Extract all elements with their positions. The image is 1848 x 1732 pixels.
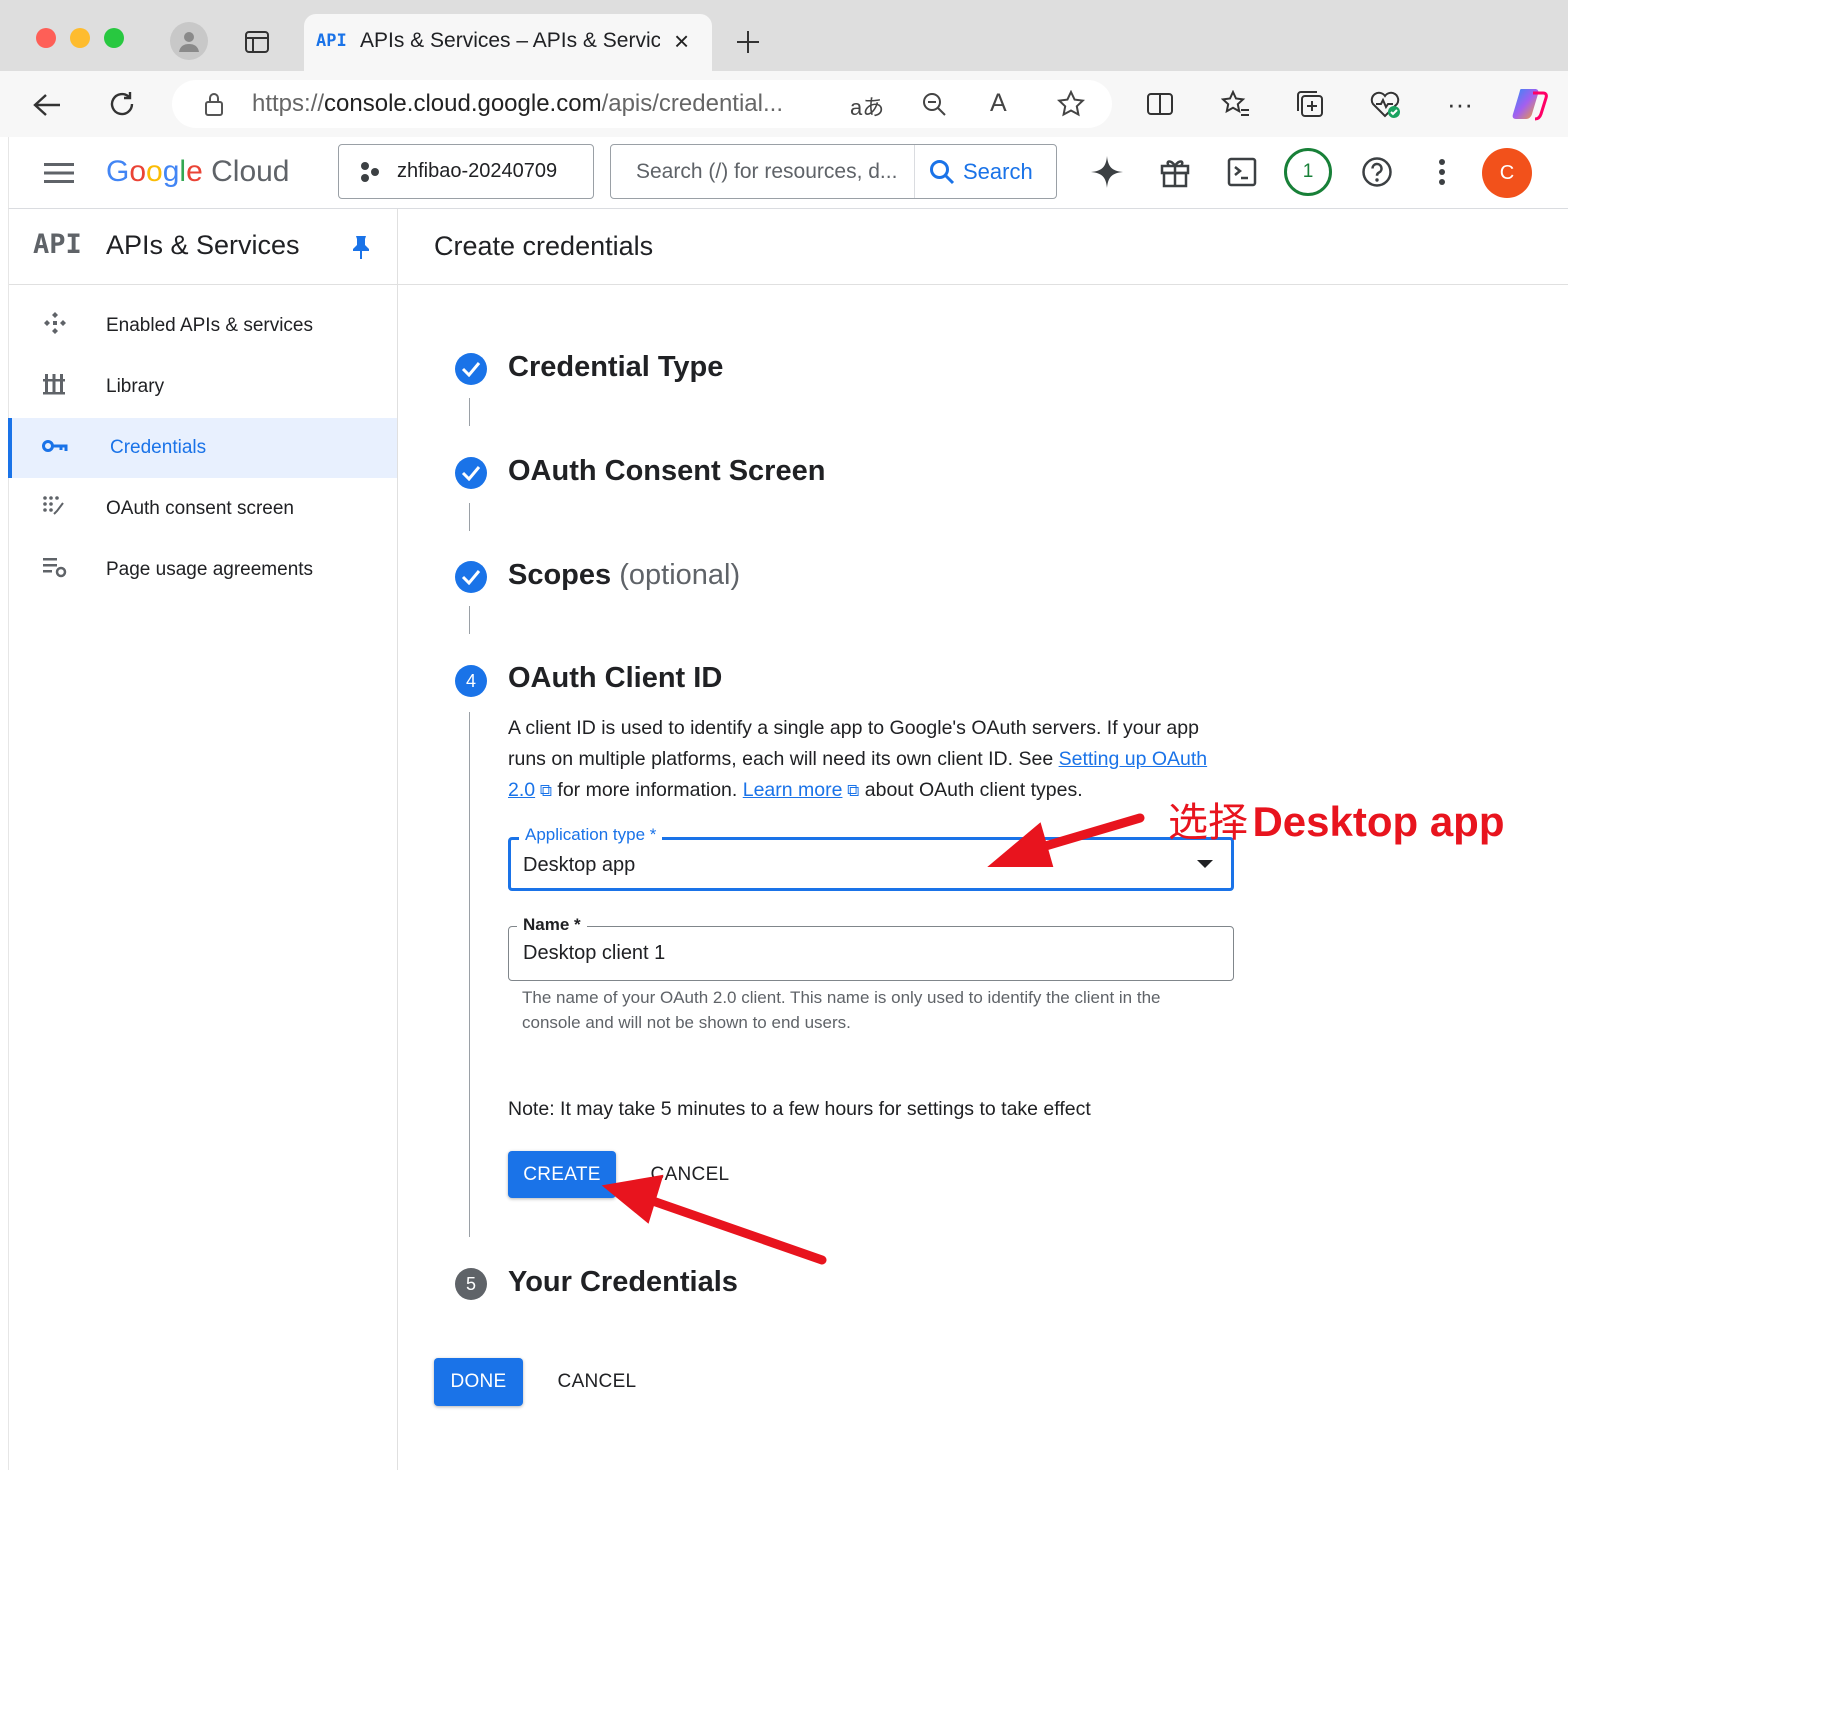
more-options-icon[interactable] bbox=[1427, 154, 1457, 190]
translate-icon[interactable]: aあ bbox=[850, 90, 884, 122]
sidebar-item-label: Credentials bbox=[110, 437, 207, 458]
account-avatar[interactable]: C bbox=[1482, 148, 1532, 198]
favorite-star-icon[interactable] bbox=[1056, 89, 1086, 119]
project-name: zhfibao-20240709 bbox=[397, 160, 558, 182]
cancel-all-button[interactable]: CANCEL bbox=[548, 1358, 646, 1406]
sidebar-header: API APIs & Services bbox=[9, 209, 398, 285]
address-bar[interactable]: https://console.cloud.google.com/apis/cr… bbox=[172, 80, 1112, 128]
create-button[interactable]: CREATE bbox=[508, 1151, 616, 1198]
search-divider bbox=[914, 145, 915, 198]
search-box[interactable]: Search (/) for resources, d... Search bbox=[610, 144, 1057, 199]
back-icon[interactable] bbox=[30, 88, 64, 122]
cancel-button[interactable]: CANCEL bbox=[640, 1151, 740, 1198]
step-connector bbox=[469, 712, 470, 1237]
close-window-button[interactable] bbox=[36, 28, 56, 48]
sidebar-item-page-usage[interactable]: Page usage agreements bbox=[8, 540, 397, 600]
name-field-help: The name of your OAuth 2.0 client. This … bbox=[522, 988, 1161, 1032]
api-badge-icon: API bbox=[33, 229, 82, 260]
step-title-scopes: Scopes (optional) bbox=[508, 559, 741, 591]
step-connector bbox=[469, 503, 470, 531]
browser-essentials-icon[interactable] bbox=[1368, 88, 1402, 120]
sidebar-item-credentials[interactable]: Credentials bbox=[8, 418, 397, 478]
step-complete-check-icon bbox=[455, 353, 487, 385]
url-text: https://console.cloud.google.com/apis/cr… bbox=[252, 90, 783, 117]
step-complete-check-icon bbox=[455, 561, 487, 593]
external-link-icon: ⧉ bbox=[535, 781, 552, 800]
cloud-shell-icon[interactable] bbox=[1224, 154, 1260, 190]
settings-note: Note: It may take 5 minutes to a few hou… bbox=[508, 1098, 1091, 1120]
zoom-out-icon[interactable] bbox=[920, 90, 948, 118]
google-cloud-logo[interactable]: Google Cloud bbox=[106, 155, 290, 189]
split-screen-icon[interactable] bbox=[1144, 88, 1176, 120]
profile-icon[interactable] bbox=[170, 22, 208, 60]
dropdown-arrow-icon bbox=[1197, 860, 1213, 868]
tab-actions-icon[interactable] bbox=[243, 28, 271, 56]
collections-icon[interactable] bbox=[1294, 88, 1326, 120]
gemini-sparkle-icon[interactable] bbox=[1089, 154, 1125, 190]
settings-list-icon bbox=[8, 556, 106, 584]
read-aloud-icon[interactable]: A bbox=[990, 89, 1007, 118]
tab-favicon: API bbox=[316, 31, 347, 51]
step-title-credential-type: Credential Type bbox=[508, 351, 724, 383]
step-connector bbox=[469, 398, 470, 426]
sidebar-item-label: OAuth consent screen bbox=[106, 498, 294, 519]
favorites-icon[interactable] bbox=[1220, 88, 1252, 120]
done-button[interactable]: DONE bbox=[434, 1358, 523, 1406]
sidebar-item-enabled-apis[interactable]: Enabled APIs & services bbox=[8, 296, 397, 356]
gift-icon[interactable] bbox=[1157, 154, 1193, 190]
application-type-label: Application type * bbox=[519, 825, 663, 845]
more-menu-icon[interactable]: ··· bbox=[1444, 88, 1476, 120]
page-header: Create credentials bbox=[398, 209, 1568, 285]
sidebar-item-label: Enabled APIs & services bbox=[106, 315, 313, 336]
sidebar-item-oauth-consent[interactable]: OAuth consent screen bbox=[8, 479, 397, 539]
name-field[interactable]: Name * Desktop client 1 bbox=[508, 915, 1234, 981]
client-id-description: A client ID is used to identify a single… bbox=[508, 717, 1208, 801]
tab-title: APIs & Services – APIs & Servic bbox=[360, 29, 660, 52]
page-title: Create credentials bbox=[434, 231, 654, 261]
close-tab-icon[interactable]: × bbox=[674, 26, 689, 57]
copilot-icon[interactable] bbox=[1510, 84, 1550, 124]
external-link-icon: ⧉ bbox=[842, 781, 860, 800]
application-type-select[interactable]: Application type * Desktop app bbox=[508, 825, 1234, 891]
enabled-apis-icon bbox=[8, 310, 106, 342]
sidebar-item-label: Library bbox=[106, 376, 165, 397]
project-picker[interactable]: zhfibao-20240709 bbox=[338, 144, 594, 199]
new-tab-icon[interactable] bbox=[732, 26, 764, 58]
zoom-window-button[interactable] bbox=[104, 28, 124, 48]
search-input[interactable]: Search (/) for resources, d... bbox=[636, 160, 916, 184]
learn-more-link[interactable]: Learn more bbox=[743, 779, 843, 801]
name-field-value: Desktop client 1 bbox=[523, 942, 666, 964]
sidebar-item-library[interactable]: Library bbox=[8, 357, 397, 417]
step-title-your-credentials: Your Credentials bbox=[508, 1266, 738, 1298]
annotation-label: 选择 Desktop app bbox=[1168, 798, 1505, 845]
help-icon[interactable] bbox=[1359, 154, 1395, 190]
project-icon bbox=[357, 159, 383, 185]
minimize-window-button[interactable] bbox=[70, 28, 90, 48]
consent-screen-icon bbox=[8, 495, 106, 523]
step-title-oauth-consent: OAuth Consent Screen bbox=[508, 455, 826, 487]
pin-icon[interactable] bbox=[349, 233, 373, 261]
browser-tab[interactable]: API APIs & Services – APIs & Servic × bbox=[304, 14, 712, 72]
step-complete-check-icon bbox=[455, 457, 487, 489]
search-button[interactable]: Search bbox=[929, 158, 1033, 186]
search-icon bbox=[930, 160, 955, 185]
step-number-badge: 5 bbox=[455, 1268, 487, 1300]
step-number-badge: 4 bbox=[455, 665, 487, 697]
step-title-oauth-client-id: OAuth Client ID bbox=[508, 662, 723, 694]
search-button-label: Search bbox=[963, 159, 1033, 184]
notifications-badge[interactable]: 1 bbox=[1284, 148, 1332, 196]
sidebar-item-label: Page usage agreements bbox=[106, 559, 314, 580]
library-icon bbox=[8, 372, 106, 402]
name-field-label: Name * bbox=[517, 915, 587, 935]
sidebar-title: APIs & Services bbox=[106, 230, 300, 260]
main-menu-icon[interactable] bbox=[43, 159, 75, 187]
step-connector bbox=[469, 606, 470, 634]
key-icon bbox=[12, 437, 110, 460]
browser-titlebar bbox=[0, 0, 1568, 71]
cloud-console-header: Google Cloud zhfibao-20240709 Search (/)… bbox=[8, 137, 1568, 209]
reload-icon[interactable] bbox=[105, 87, 139, 121]
lock-icon[interactable] bbox=[200, 90, 228, 118]
application-type-value: Desktop app bbox=[523, 854, 636, 876]
